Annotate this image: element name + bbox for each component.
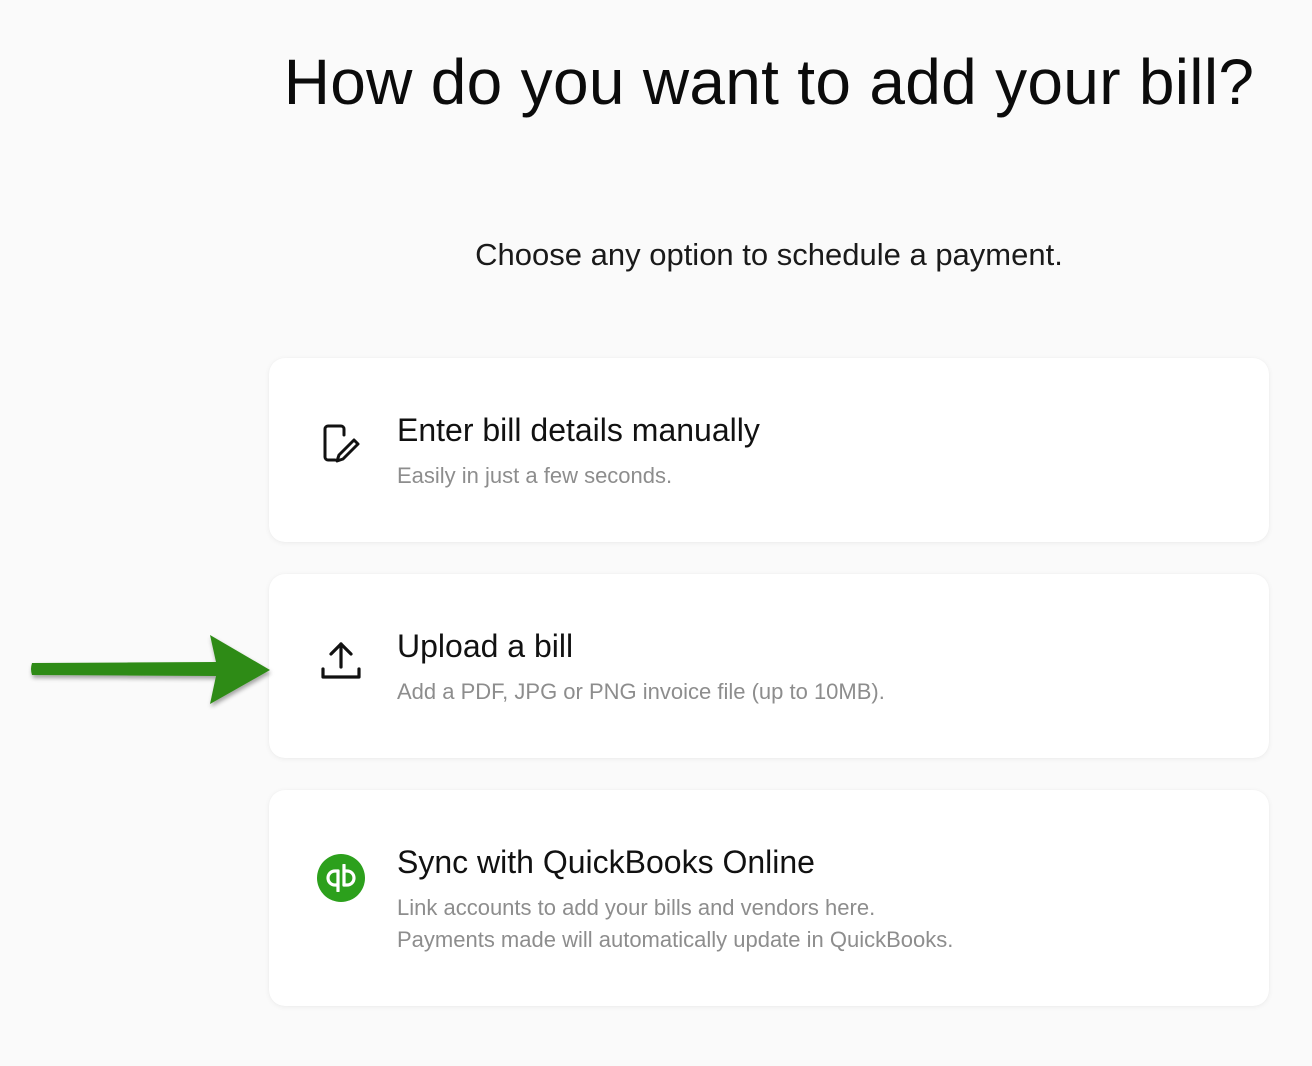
option-title: Enter bill details manually — [397, 412, 760, 448]
option-upload-bill[interactable]: Upload a bill Add a PDF, JPG or PNG invo… — [269, 574, 1269, 758]
option-sync-quickbooks[interactable]: Sync with QuickBooks Online Link account… — [269, 790, 1269, 1006]
pointer-arrow-icon — [31, 635, 270, 704]
option-title: Sync with QuickBooks Online — [397, 844, 815, 880]
option-description: Add a PDF, JPG or PNG invoice file (up t… — [397, 679, 885, 704]
option-description-line: Link accounts to add your bills and vend… — [397, 895, 876, 920]
upload-icon — [317, 636, 365, 684]
option-title: Upload a bill — [397, 628, 574, 664]
option-description: Easily in just a few seconds. — [397, 463, 673, 488]
page-title: How do you want to add your bill? — [283, 46, 1255, 118]
edit-document-icon — [317, 420, 365, 468]
option-description-line: Payments made will automatically update … — [397, 927, 954, 952]
option-enter-manually[interactable]: Enter bill details manually Easily in ju… — [269, 358, 1269, 542]
page-subtitle: Choose any option to schedule a payment. — [475, 237, 1063, 272]
option-description: Link accounts to add your bills and vend… — [397, 892, 1229, 956]
quickbooks-logo-icon — [317, 854, 365, 902]
